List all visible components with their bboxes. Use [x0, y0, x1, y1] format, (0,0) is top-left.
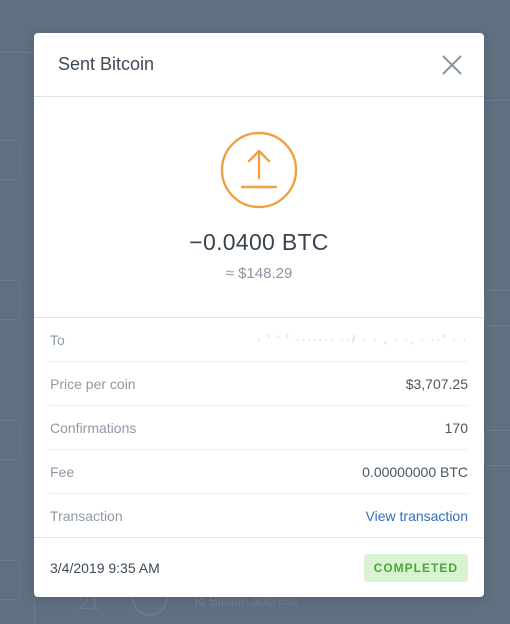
price-label: Price per coin	[50, 375, 136, 392]
price-value: $3,707.25	[405, 375, 468, 392]
modal-footer: 3/4/2019 9:35 AM COMPLETED	[34, 537, 484, 597]
confirmations-label: Confirmations	[50, 419, 137, 436]
bg-card	[0, 560, 20, 600]
bg-card	[0, 280, 20, 320]
confirmations-value: 170	[444, 419, 468, 436]
transaction-details: To · ʼ ' ʼ ······· ··/ · · , · ·, · ··ʼ …	[34, 318, 484, 538]
transaction-modal: Sent Bitcoin −0.0400 BTC ≈ $148.29 To · …	[34, 33, 484, 597]
to-address-redacted: · ʼ ' ʼ ······· ··/ · · , · ·, · ··ʼ · ·	[257, 333, 468, 346]
detail-row-to: To · ʼ ' ʼ ······· ··/ · · , · ·, · ··ʼ …	[50, 318, 468, 362]
fee-label: Fee	[50, 463, 75, 480]
bg-divider	[0, 52, 34, 53]
detail-row-confirmations: Confirmations 170	[50, 406, 468, 450]
detail-row-fee: Fee 0.00000000 BTC	[50, 450, 468, 494]
fiat-amount: ≈ $148.29	[225, 265, 293, 282]
bg-card	[0, 420, 20, 460]
upload-arrow-icon	[220, 131, 298, 209]
btc-amount: −0.0400 BTC	[189, 229, 329, 255]
bg-card	[484, 290, 510, 326]
close-icon[interactable]	[442, 55, 462, 75]
bg-divider	[34, 597, 35, 624]
bg-card	[484, 430, 510, 466]
transaction-date: 3/4/2019 9:35 AM	[50, 559, 160, 576]
transaction-summary: −0.0400 BTC ≈ $148.29	[34, 97, 484, 318]
fee-value: 0.00000000 BTC	[362, 463, 468, 480]
status-badge: COMPLETED	[363, 553, 468, 582]
to-label: To	[50, 331, 65, 348]
modal-header: Sent Bitcoin	[34, 33, 484, 97]
transaction-label: Transaction	[50, 508, 123, 524]
view-transaction-link[interactable]: View transaction	[366, 508, 468, 524]
detail-row-transaction: Transaction View transaction	[50, 494, 468, 538]
modal-title: Sent Bitcoin	[58, 54, 155, 74]
bg-divider	[484, 100, 510, 101]
detail-row-price: Price per coin $3,707.25	[50, 362, 468, 406]
bg-card	[0, 140, 20, 180]
